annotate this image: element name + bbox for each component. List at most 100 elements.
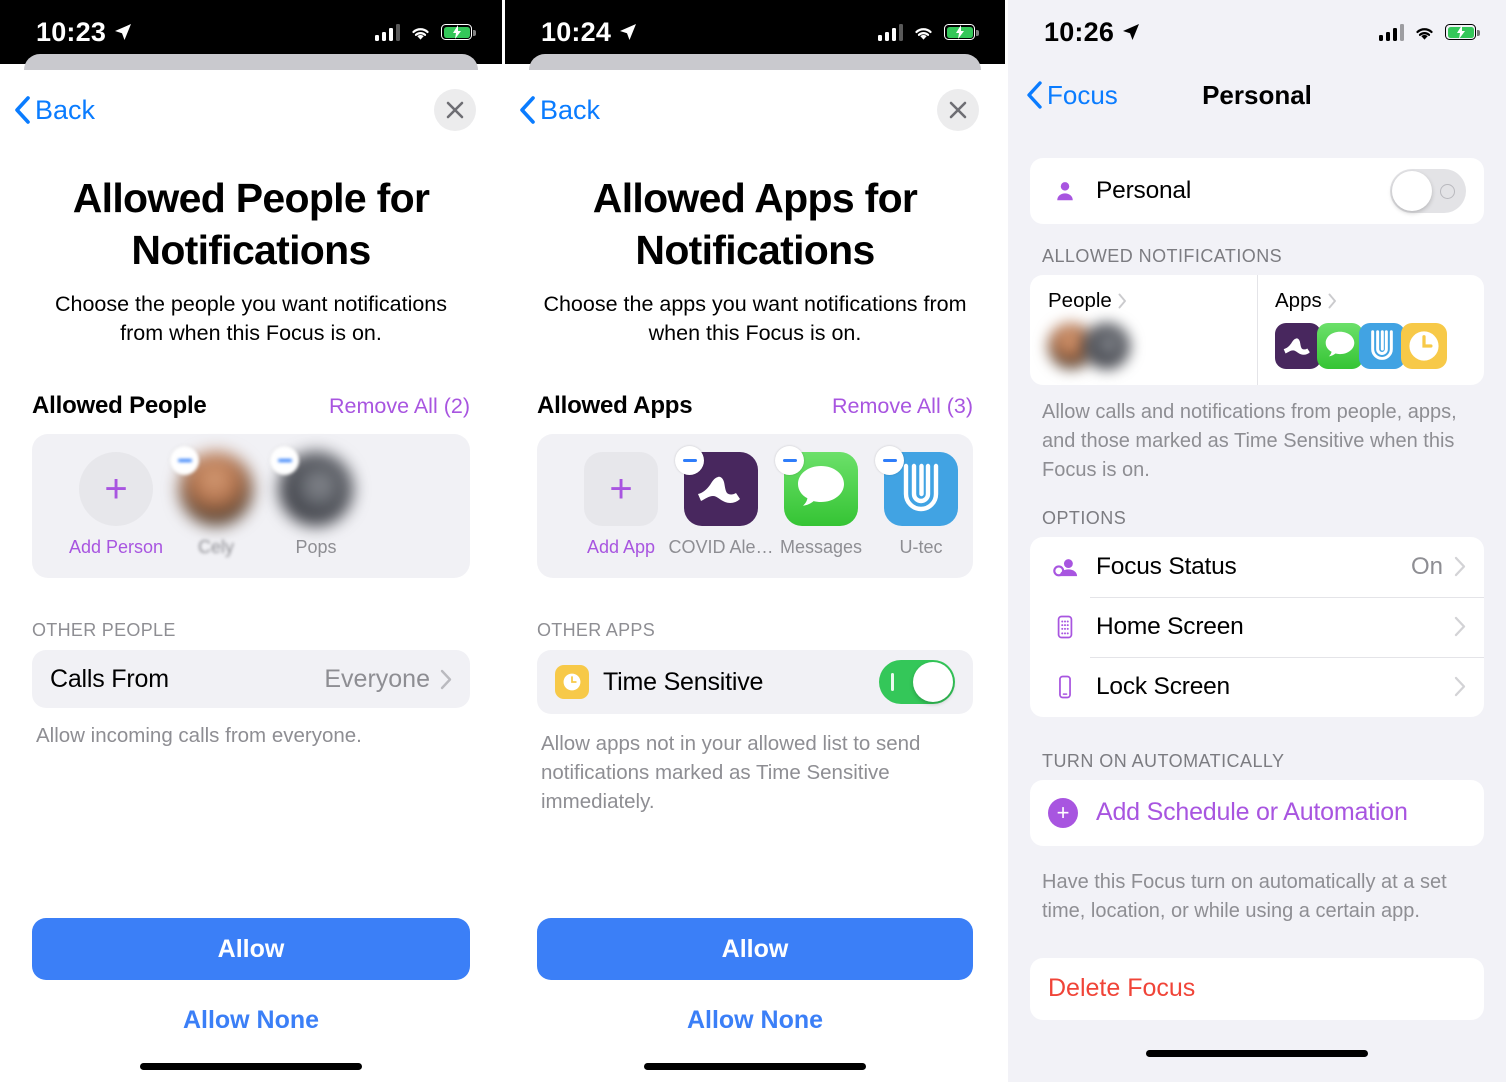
chip-label: U-tec xyxy=(899,537,943,558)
remove-app-badge[interactable] xyxy=(775,446,804,476)
time-sensitive-row[interactable]: Time Sensitive xyxy=(537,650,973,715)
remove-app-badge[interactable] xyxy=(875,446,904,476)
chevron-right-icon xyxy=(440,669,452,689)
allowed-apps-head: Apps xyxy=(1275,289,1484,313)
status-time: 10:23 xyxy=(36,16,107,47)
close-button[interactable] xyxy=(434,89,476,131)
close-button[interactable] xyxy=(937,89,979,131)
remove-all-button[interactable]: Remove All (2) xyxy=(329,394,470,419)
add-person-art: + xyxy=(79,452,153,527)
back-button-label: Back xyxy=(540,94,601,125)
time-sensitive-footnote: Allow apps not in your allowed list to s… xyxy=(541,732,921,814)
wifi-icon xyxy=(1416,27,1433,40)
chip-label: Add App xyxy=(586,537,656,558)
time-sensitive-label: Time Sensitive xyxy=(603,667,764,696)
remove-person-badge[interactable] xyxy=(270,446,299,476)
home-indicator xyxy=(140,1063,362,1070)
focus-personal-row[interactable]: Personal xyxy=(1030,158,1484,224)
person-avatar-art xyxy=(270,446,353,527)
panel-allowed-people: 10:23 Back Allowed People for Notificati… xyxy=(0,0,502,1082)
chip-label: Cely xyxy=(197,537,234,558)
u-tec-app-icon xyxy=(1359,323,1405,369)
allowed-people-section-header: Allowed People Remove All (2) xyxy=(0,392,502,420)
status-bar-indicators xyxy=(1378,23,1480,41)
app-chip-messages[interactable]: Messages xyxy=(771,446,871,558)
location-arrow-icon xyxy=(115,24,132,40)
add-circle: + xyxy=(79,452,153,527)
panel-allowed-apps: 10:24 Back Allowed Apps for Notification… xyxy=(505,0,1005,1082)
app-chip-u-tec[interactable]: U-tec xyxy=(871,446,971,558)
turn-on-automatically-group-label: TURN ON AUTOMATICALLY xyxy=(1042,750,1285,771)
add-person-chip[interactable]: + Add Person xyxy=(66,452,166,558)
allow-button[interactable]: Allow xyxy=(32,918,470,980)
person-avatar-art xyxy=(170,446,253,527)
time-sensitive-toggle[interactable] xyxy=(879,660,955,705)
status-time: 10:26 xyxy=(1044,16,1115,47)
chip-label: COVID Ale… xyxy=(668,537,774,558)
allowed-notifications-group-label: ALLOWED NOTIFICATIONS xyxy=(1042,246,1283,266)
allow-none-button[interactable]: Allow None xyxy=(505,1006,1005,1035)
remove-all-button[interactable]: Remove All (3) xyxy=(832,394,973,419)
status-bar-indicators xyxy=(877,23,979,41)
focus-personal-toggle-wrap xyxy=(1390,169,1466,213)
back-button-label: Focus xyxy=(1047,79,1118,110)
allow-none-button[interactable]: Allow None xyxy=(0,1006,502,1035)
battery-charging-icon xyxy=(441,24,476,40)
back-button-label: Back xyxy=(35,94,96,125)
modal-sheet-stack: Back Allowed Apps for Notifications Choo… xyxy=(505,54,1005,1082)
status-bar-time-group: 10:26 xyxy=(1044,17,1141,48)
status-bar-time-group: 10:23 xyxy=(36,17,133,48)
back-button[interactable]: Back xyxy=(14,95,95,126)
option-row-home-screen[interactable]: Home Screen xyxy=(1030,596,1484,657)
app-icon-art xyxy=(675,446,758,527)
chevron-right-icon xyxy=(1454,556,1466,577)
sheet-nav-bar: Back xyxy=(0,70,502,150)
status-time: 10:24 xyxy=(541,16,612,47)
remove-app-badge[interactable] xyxy=(675,446,704,476)
chevron-left-icon xyxy=(520,96,535,124)
sheet-nav-bar: Back xyxy=(505,70,1005,150)
sheet-bottom-actions: Allow Allow None xyxy=(505,918,1005,1082)
allowed-apps-cell[interactable]: Apps xyxy=(1257,275,1484,385)
back-button[interactable]: Back xyxy=(519,95,600,126)
focus-personal-toggle[interactable] xyxy=(1390,169,1466,213)
allowed-apps-section-header: Allowed Apps Remove All (3) xyxy=(505,392,1005,420)
option-row-lock-screen[interactable]: Lock Screen xyxy=(1030,656,1484,717)
cellular-signal-icon xyxy=(374,23,400,41)
option-value-group xyxy=(1454,616,1466,637)
allowed-apps-label: Apps xyxy=(1275,289,1322,312)
remove-person-badge[interactable] xyxy=(170,446,199,476)
covid-alert-ny-app-icon xyxy=(1275,323,1321,369)
allowed-people-avatars xyxy=(1048,323,1257,369)
option-value-group: On xyxy=(1411,553,1466,581)
calls-from-value: Everyone xyxy=(324,664,430,693)
option-label: Home Screen xyxy=(1096,612,1244,640)
chevron-right-icon xyxy=(1328,293,1336,309)
chevron-right-icon xyxy=(1118,293,1126,309)
option-value-group xyxy=(1454,676,1466,697)
allowed-notifications-columns: People Apps xyxy=(1030,275,1484,385)
focus-status-icon xyxy=(1048,553,1082,580)
app-chip-covid-alert[interactable]: COVID Ale… xyxy=(668,446,774,558)
home-indicator xyxy=(644,1063,866,1070)
add-app-chip[interactable]: + Add App xyxy=(571,452,671,558)
navigation-bar: Focus Personal xyxy=(1008,64,1506,126)
person-chip-pops[interactable]: Pops xyxy=(266,446,366,558)
allowed-apps-icons xyxy=(1275,323,1484,369)
cellular-signal-icon xyxy=(1378,23,1404,41)
sheet-bottom-actions: Allow Allow None xyxy=(0,918,502,1082)
modal-sheet: Back Allowed Apps for Notifications Choo… xyxy=(505,70,1005,1082)
option-row-focus-status[interactable]: Focus Status On xyxy=(1030,537,1484,597)
allow-button[interactable]: Allow xyxy=(537,918,973,980)
add-schedule-or-automation-row[interactable]: + Add Schedule or Automation xyxy=(1030,780,1484,846)
add-app-art: + xyxy=(584,452,658,527)
delete-focus-row[interactable]: Delete Focus xyxy=(1030,958,1484,1020)
back-to-focus-button[interactable]: Focus xyxy=(1026,80,1118,111)
allowed-people-cell[interactable]: People xyxy=(1030,275,1257,385)
page-title: Allowed People for Notifications xyxy=(72,175,430,274)
person-chip-cely[interactable]: Cely xyxy=(166,446,266,558)
focus-toggle-card: Personal xyxy=(1030,158,1484,224)
calls-from-row[interactable]: Calls From Everyone xyxy=(32,650,470,709)
allowed-notifications-card: People Apps xyxy=(1030,275,1484,385)
chip-label: Add Person xyxy=(68,537,164,558)
